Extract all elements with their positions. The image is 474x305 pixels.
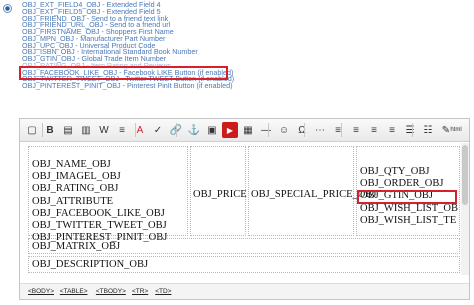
left-placeholder-line: OBJ_ATTRIBUTE [32,195,114,207]
toolbar-separator [42,123,43,137]
youtube-icon[interactable]: ▶ [222,122,238,138]
right-placeholder-line: OBJ_WISH_LIST_OB [360,202,459,214]
justify-center-icon[interactable]: ≡ [348,122,364,138]
numbered-list-icon[interactable]: ☷ [420,122,436,138]
html-source-icon[interactable]: html [448,122,464,138]
toolbar-separator [135,123,136,137]
placeholder-item[interactable]: OBJ_PINTEREST_PINIT_OBJ - Pinterest PinI… [22,81,233,90]
special-char-icon[interactable]: Ω [294,122,310,138]
gtin-list-highlight [19,66,228,80]
toolbar-separator [412,123,413,137]
justify-right-icon[interactable]: ≡ [366,122,382,138]
paste-text-icon[interactable]: ▥ [78,122,94,138]
justify-left-icon[interactable]: ≡ [330,122,346,138]
spellcheck-icon[interactable]: ✓ [150,122,166,138]
bullet-list-icon[interactable]: ☰ [402,122,418,138]
left-placeholder-line: OBJ_TWITTER_TWEET_OBJ [32,220,167,232]
table-icon[interactable]: ▦ [240,122,256,138]
left-placeholder-line: OBJ_FACEBOOK_LIKE_OBJ [32,207,165,219]
left-placeholder-line: OBJ_NAME_OBJ [32,159,111,170]
element-path-tag[interactable]: <TBODY> [96,287,126,296]
right-placeholder-line: OBJ_QTY_OBJ [360,166,430,177]
description-placeholder: OBJ_DESCRIPTION_OBJ [32,259,149,270]
smiley-icon[interactable]: ☺ [276,122,292,138]
toolbar-separator [341,123,342,137]
placeholder-list: OBJ_EXT_FIELD4_OBJ - Extended Field 4 OBJ… [0,0,474,116]
element-path-bar: <BODY> <TABLE> <TBODY> <TR> <TD> [20,283,469,299]
paste-icon[interactable]: ▤ [60,122,76,138]
editor-toolbar: ▢B▤▥W≡A✓🔗⚓▣▶▦—☺Ω⋯≡≡≡≡☰☷✎html [20,119,469,142]
align-left-icon[interactable]: ≡ [114,122,130,138]
placeholder-radio[interactable] [3,4,12,13]
gtin-editor-highlight [357,190,457,204]
matrix-placeholder: OBJ_MATRIX_OBJ [32,241,121,252]
anchor-icon[interactable]: ⚓ [186,122,202,138]
toolbar-separator [176,123,177,137]
image-icon[interactable]: ▣ [204,122,220,138]
element-path-tag[interactable]: <TABLE> [60,287,88,296]
vertical-scrollbar[interactable] [461,143,469,275]
element-path-tag[interactable]: <BODY> [28,287,54,296]
scrollbar-thumb[interactable] [462,145,468,205]
page-break-icon[interactable]: ⋯ [312,122,328,138]
wysiwyg-editor: ▢B▤▥W≡A✓🔗⚓▣▶▦—☺Ω⋯≡≡≡≡☰☷✎html OBJ_NAME_OB… [19,118,470,300]
toolbar-separator [304,123,305,137]
paste-word-icon[interactable]: W [96,122,112,138]
left-placeholder-line: OBJ_RATING_OBJ [32,183,119,195]
element-path-tag[interactable]: <TR> [132,287,148,296]
right-placeholder-line: OBJ_WISH_LIST_TE [360,214,457,226]
bold-icon[interactable]: B [42,122,58,138]
justify-block-icon[interactable]: ≡ [384,122,400,138]
price-placeholder: OBJ_PRICE [193,189,247,200]
new-document-icon[interactable]: ▢ [24,122,40,138]
toolbar-separator [268,123,269,137]
editor-content[interactable]: OBJ_NAME_OBJ OBJ_IMAGEL_OBJ OBJ_RATING_OBJ… [20,143,469,275]
right-placeholder-line: OBJ_ORDER_OBJ [360,178,444,190]
left-column-placeholders: OBJ_NAME_OBJ OBJ_IMAGEL_OBJ OBJ_RATING_OBJ… [32,159,167,244]
horizontal-rule-icon[interactable]: — [258,122,274,138]
element-path-tag[interactable]: <TD> [155,287,171,296]
left-placeholder-line: OBJ_IMAGEL_OBJ [32,171,121,183]
